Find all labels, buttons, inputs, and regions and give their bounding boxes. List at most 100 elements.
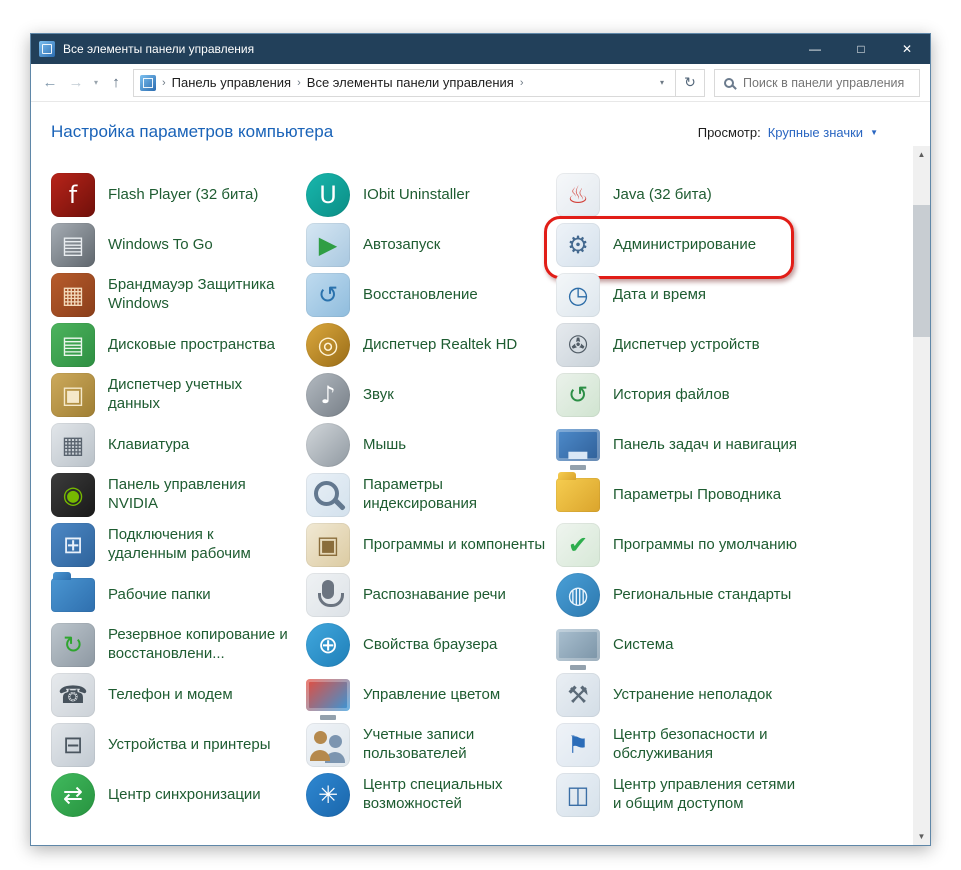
breadcrumb-control-panel[interactable]: Панель управления (170, 75, 293, 90)
backup-restore-icon: ↻ (51, 623, 95, 667)
cp-item-windows-to-go[interactable]: ▤ Windows To Go (51, 220, 306, 270)
address-bar[interactable]: › Панель управления › Все элементы панел… (133, 68, 676, 97)
view-value[interactable]: Крупные значки (768, 125, 863, 140)
cp-item-devices-printers[interactable]: ⊟ Устройства и принтеры (51, 720, 306, 770)
scrollbar[interactable]: ▲ ▼ (913, 146, 930, 845)
cp-item-taskbar-navigation[interactable]: ▂ Панель задач и навигация (556, 420, 913, 470)
cp-item-backup-restore[interactable]: ↻ Резервное копирование и восстановлени.… (51, 620, 306, 670)
control-panel-icon (39, 41, 55, 57)
cp-item-label: Брандмауэр Защитника Windows (108, 276, 275, 312)
cp-item-java[interactable]: ♨ Java (32 бита) (556, 170, 913, 220)
search-box[interactable] (714, 68, 920, 97)
view-label: Просмотр: (697, 124, 761, 140)
breadcrumb-all-items[interactable]: Все элементы панели управления (305, 75, 516, 90)
cp-item-indexing-options[interactable]: Параметры индексирования (306, 470, 556, 520)
items-grid: f Flash Player (32 бита) U IObit Uninsta… (31, 146, 913, 845)
content-area: f Flash Player (32 бита) U IObit Uninsta… (31, 146, 930, 845)
cp-item-label: Управление цветом (363, 685, 501, 703)
indexing-options-icon (306, 473, 350, 517)
cp-item-default-programs[interactable]: ✔ Программы по умолчанию (556, 520, 913, 570)
close-button[interactable]: ✕ (884, 34, 930, 64)
autoplay-icon: ▶ (306, 223, 350, 267)
internet-options-icon: ⊕ (306, 623, 350, 667)
cp-item-label: Подключения к удаленным рабочим (108, 526, 251, 562)
cp-item-ease-of-access[interactable]: ✳ Центр специальных возможностей (306, 770, 556, 820)
region-icon: ◍ (556, 573, 600, 617)
cp-item-label: IObit Uninstaller (363, 185, 470, 203)
cp-item-user-accounts[interactable]: Учетные записи пользователей (306, 720, 556, 770)
maximize-button[interactable]: □ (838, 34, 884, 64)
cp-item-flash-player[interactable]: f Flash Player (32 бита) (51, 170, 306, 220)
cp-item-region[interactable]: ◍ Региональные стандарты (556, 570, 913, 620)
default-programs-icon: ✔ (556, 523, 600, 567)
cp-item-keyboard[interactable]: ▦ Клавиатура (51, 420, 306, 470)
cp-item-sync-center[interactable]: ⇄ Центр синхронизации (51, 770, 306, 820)
cp-item-label: Учетные записи пользователей (363, 726, 475, 762)
cp-item-programs-features[interactable]: ▣ Программы и компоненты (306, 520, 556, 570)
cp-item-sound[interactable]: ♪ Звук (306, 370, 556, 420)
cp-item-label: Звук (363, 385, 394, 403)
history-dropdown-icon[interactable]: ▾ (89, 70, 103, 96)
breadcrumb-separator: › (519, 76, 524, 89)
cp-item-work-folders[interactable]: Рабочие папки (51, 570, 306, 620)
search-input[interactable] (741, 74, 910, 91)
scroll-down-button[interactable]: ▼ (913, 828, 930, 845)
cp-item-autoplay[interactable]: ▶ Автозапуск (306, 220, 556, 270)
breadcrumb-root-icon (140, 74, 156, 91)
cp-item-administrative-tools[interactable]: ⚙ Администрирование (544, 216, 913, 279)
cp-item-realtek-hd-manager[interactable]: ◎ Диспетчер Realtek HD (306, 320, 556, 370)
cp-item-folder-options[interactable]: Параметры Проводника (556, 470, 913, 520)
work-folders-icon (51, 572, 95, 612)
cp-item-storage-spaces[interactable]: ▤ Дисковые пространства (51, 320, 306, 370)
cp-item-iobit-uninstaller[interactable]: U IObit Uninstaller (306, 170, 556, 220)
cp-item-label: Распознавание речи (363, 585, 506, 603)
sound-icon: ♪ (306, 373, 350, 417)
security-maintenance-icon: ⚑ (556, 723, 600, 767)
scroll-up-button[interactable]: ▲ (913, 146, 930, 163)
flash-player-icon: f (51, 173, 95, 217)
cp-item-credential-manager[interactable]: ▣ Диспетчер учетных данных (51, 370, 306, 420)
user-accounts-icon (306, 723, 350, 767)
cp-item-security-maintenance[interactable]: ⚑ Центр безопасности и обслуживания (556, 720, 913, 770)
system-icon (556, 629, 600, 661)
cp-item-mouse[interactable]: Мышь (306, 420, 556, 470)
back-button[interactable]: ← (37, 70, 63, 96)
cp-item-troubleshooting[interactable]: ⚒ Устранение неполадок (556, 670, 913, 720)
view-selector[interactable]: Просмотр: Крупные значки ▼ (698, 125, 878, 140)
cp-item-color-management[interactable]: Управление цветом (306, 670, 556, 720)
cp-item-remote-desktop-connections[interactable]: ⊞ Подключения к удаленным рабочим (51, 520, 306, 570)
cp-item-label: Свойства браузера (363, 635, 498, 653)
control-panel-window: Все элементы панели управления — □ ✕ ← →… (30, 33, 931, 846)
cp-item-network-sharing-center[interactable]: ◫ Центр управления сетями и общим доступ… (556, 770, 913, 820)
refresh-button[interactable]: ↻ (676, 68, 705, 97)
cp-item-file-history[interactable]: ↺ История файлов (556, 370, 913, 420)
forward-button[interactable]: → (63, 70, 89, 96)
cp-item-nvidia-control-panel[interactable]: ◉ Панель управления NVIDIA (51, 470, 306, 520)
cp-item-label: Резервное копирование и восстановлени... (108, 626, 288, 662)
cp-item-windows-defender-firewall[interactable]: ▦ Брандмауэр Защитника Windows (51, 270, 306, 320)
chevron-down-icon: ▼ (870, 127, 878, 137)
troubleshooting-icon: ⚒ (556, 673, 600, 717)
scrollbar-track[interactable] (913, 163, 930, 828)
cp-item-phone-modem[interactable]: ☎ Телефон и модем (51, 670, 306, 720)
cp-item-label: Автозапуск (363, 235, 441, 253)
window-title: Все элементы панели управления (63, 42, 255, 56)
cp-item-speech-recognition[interactable]: Распознавание речи (306, 570, 556, 620)
cp-item-label: Система (613, 635, 674, 653)
cp-item-label: Центр специальных возможностей (363, 776, 503, 812)
cp-item-device-manager[interactable]: ✇ Диспетчер устройств (556, 320, 913, 370)
up-button[interactable]: ↑ (103, 70, 129, 96)
programs-features-icon: ▣ (306, 523, 350, 567)
cp-item-label: Диспетчер устройств (613, 335, 760, 353)
minimize-button[interactable]: — (792, 34, 838, 64)
cp-item-system[interactable]: Система (556, 620, 913, 670)
cp-item-recovery[interactable]: ↺ Восстановление (306, 270, 556, 320)
address-dropdown-icon[interactable]: ▾ (653, 78, 671, 87)
cp-item-label: Диспетчер Realtek HD (363, 335, 518, 353)
credential-manager-icon: ▣ (51, 373, 95, 417)
scrollbar-thumb[interactable] (913, 205, 930, 337)
cp-item-date-time[interactable]: ◷ Дата и время (556, 270, 913, 320)
administrative-tools-icon: ⚙ (556, 223, 600, 267)
ease-of-access-icon: ✳ (306, 773, 350, 817)
cp-item-internet-options[interactable]: ⊕ Свойства браузера (306, 620, 556, 670)
